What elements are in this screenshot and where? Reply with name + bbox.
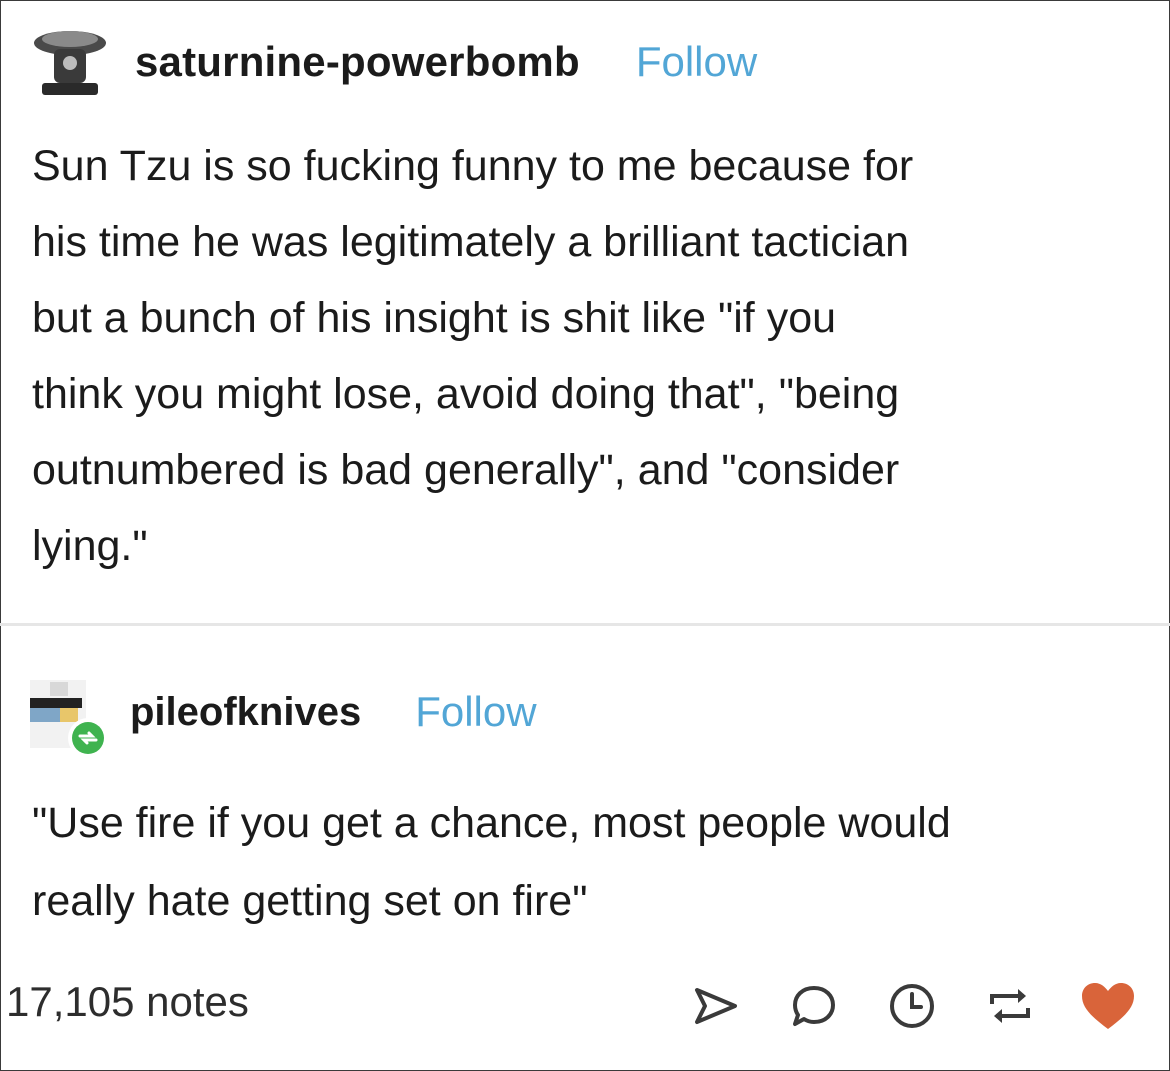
post-text-line: Sun Tzu is so fucking funny to me becaus… xyxy=(32,142,914,190)
reblog-avatar[interactable] xyxy=(28,674,116,764)
action-bar xyxy=(650,976,1140,1036)
avatar[interactable] xyxy=(30,23,110,101)
reblog-header: pileofknives Follow xyxy=(28,674,537,764)
reblog-body: "Use fire if you get a chance, most peop… xyxy=(32,784,1142,940)
divider xyxy=(0,623,1170,626)
post-username[interactable]: saturnine-powerbomb xyxy=(135,38,580,86)
queue-icon[interactable] xyxy=(880,976,944,1036)
like-icon[interactable] xyxy=(1076,976,1140,1036)
reblog-username[interactable]: pileofknives xyxy=(130,690,361,735)
post-text-line: lying." xyxy=(32,522,148,570)
reblog-follow-button[interactable]: Follow xyxy=(415,688,536,736)
post-body: Sun Tzu is so fucking funny to me becaus… xyxy=(32,128,1132,584)
post-footer: 17,105 notes xyxy=(0,970,1170,1040)
follow-button[interactable]: Follow xyxy=(636,38,757,86)
post-header: saturnine-powerbomb Follow xyxy=(30,22,757,102)
post-text-line: think you might lose, avoid doing that",… xyxy=(32,370,900,418)
post-text-line: but a bunch of his insight is shit like … xyxy=(32,294,837,342)
reblog-badge xyxy=(72,722,104,754)
original-post: saturnine-powerbomb Follow Sun Tzu is so… xyxy=(0,0,1170,624)
post-text-line: outnumbered is bad generally", and "cons… xyxy=(32,446,900,494)
post-text-line: his time he was legitimately a brilliant… xyxy=(32,218,910,266)
reply-icon[interactable] xyxy=(782,976,846,1036)
reblog-icon[interactable] xyxy=(978,976,1042,1036)
reblog-text-line: really hate getting set on fire" xyxy=(32,877,588,925)
share-icon[interactable] xyxy=(684,976,748,1036)
notes-count[interactable]: 17,105 notes xyxy=(6,978,249,1026)
reblog-text-line: "Use fire if you get a chance, most peop… xyxy=(32,799,951,847)
